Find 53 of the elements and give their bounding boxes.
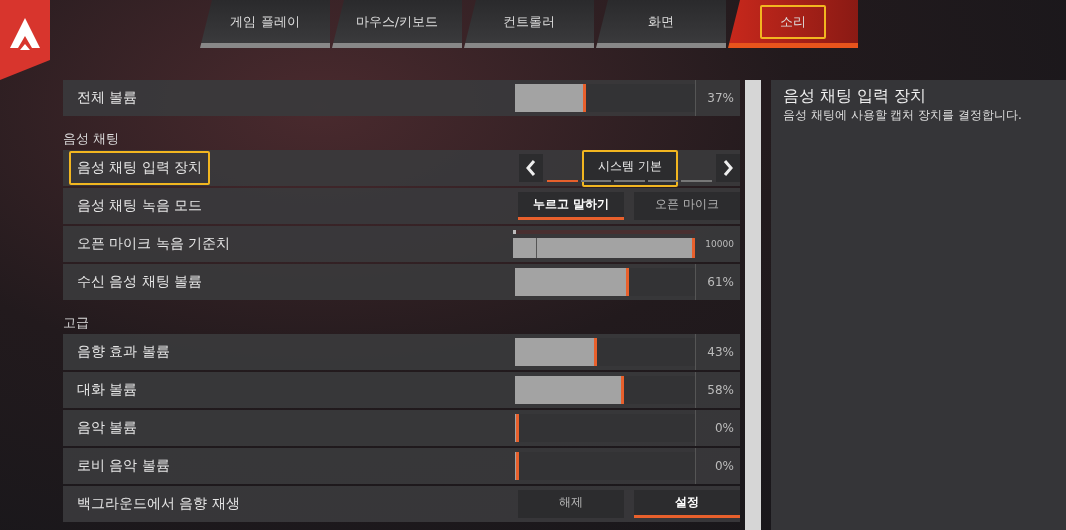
tab[interactable]: 소리 [728,0,858,48]
slider-track[interactable] [514,268,696,296]
detail-title: 음성 채팅 입력 장치 [783,86,928,107]
slider-track[interactable] [514,84,696,112]
option-button[interactable]: 오픈 마이크 [634,192,740,220]
setting-label: 음성 채팅 녹음 모드 [76,196,204,215]
setting-label: 대화 볼륨 [76,380,139,399]
setting-row[interactable]: 음성 채팅 녹음 모드 누르고 말하기 오픈 마이크 [63,188,740,224]
setting-row[interactable]: 음성 채팅 입력 장치 시스템 기본 [63,150,740,186]
chevron-right-icon [722,159,734,177]
section-header: 음성 채팅 [63,130,121,148]
setting-row[interactable]: 백그라운드에서 음향 재생 해제 설정 [63,486,740,522]
slider-value: 37% [695,80,740,116]
setting-label: 전체 볼륨 [76,88,139,107]
slider-value: 43% [695,334,740,370]
tab[interactable]: 게임 플레이 [200,0,330,48]
setting-row[interactable]: 음악 볼륨 0% [63,410,740,446]
setting-row[interactable]: 오픈 마이크 녹음 기준치 10000 [63,226,740,262]
tab[interactable]: 마우스/키보드 [332,0,462,48]
next-button[interactable] [716,154,740,182]
slider-track[interactable] [514,338,696,366]
setting-label: 백그라운드에서 음향 재생 [76,494,241,513]
slider-value: 61% [695,264,740,300]
setting-label: 수신 음성 채팅 볼륨 [76,272,204,291]
tab[interactable]: 컨트롤러 [464,0,594,48]
section-header: 고급 [63,314,90,332]
setting-label: 음악 볼륨 [76,418,139,437]
slider-track[interactable] [514,376,696,404]
setting-label: 오픈 마이크 녹음 기준치 [76,234,232,253]
setting-row[interactable]: 수신 음성 채팅 볼륨 61% [63,264,740,300]
slider-track[interactable] [514,452,696,480]
option-button[interactable]: 해제 [518,490,624,518]
option-button[interactable]: 설정 [634,490,740,518]
setting-row[interactable]: 전체 볼륨 37% [63,80,740,116]
scrollbar[interactable] [745,80,761,530]
slider-track[interactable] [514,414,696,442]
option-button[interactable]: 누르고 말하기 [518,192,624,220]
detail-description: 음성 채팅에 사용할 캡처 장치를 결정합니다. [783,107,1023,124]
slider-value: 0% [695,448,740,484]
setting-row[interactable]: 대화 볼륨 58% [63,372,740,408]
slider-value: 58% [695,372,740,408]
slider-value: 0% [695,410,740,446]
previous-button[interactable] [519,154,544,182]
slider-value: 10000 [704,238,735,251]
setting-row[interactable]: 음향 효과 볼륨 43% [63,334,740,370]
tab[interactable]: 화면 [596,0,726,48]
chevron-left-icon [525,159,538,177]
logo-icon [0,0,50,80]
setting-label: 음성 채팅 입력 장치 [69,151,211,185]
setting-label: 음향 효과 볼륨 [76,342,171,361]
setting-label: 로비 음악 볼륨 [76,456,171,475]
selected-device[interactable]: 시스템 기본 [581,149,678,187]
setting-row[interactable]: 로비 음악 볼륨 0% [63,448,740,484]
